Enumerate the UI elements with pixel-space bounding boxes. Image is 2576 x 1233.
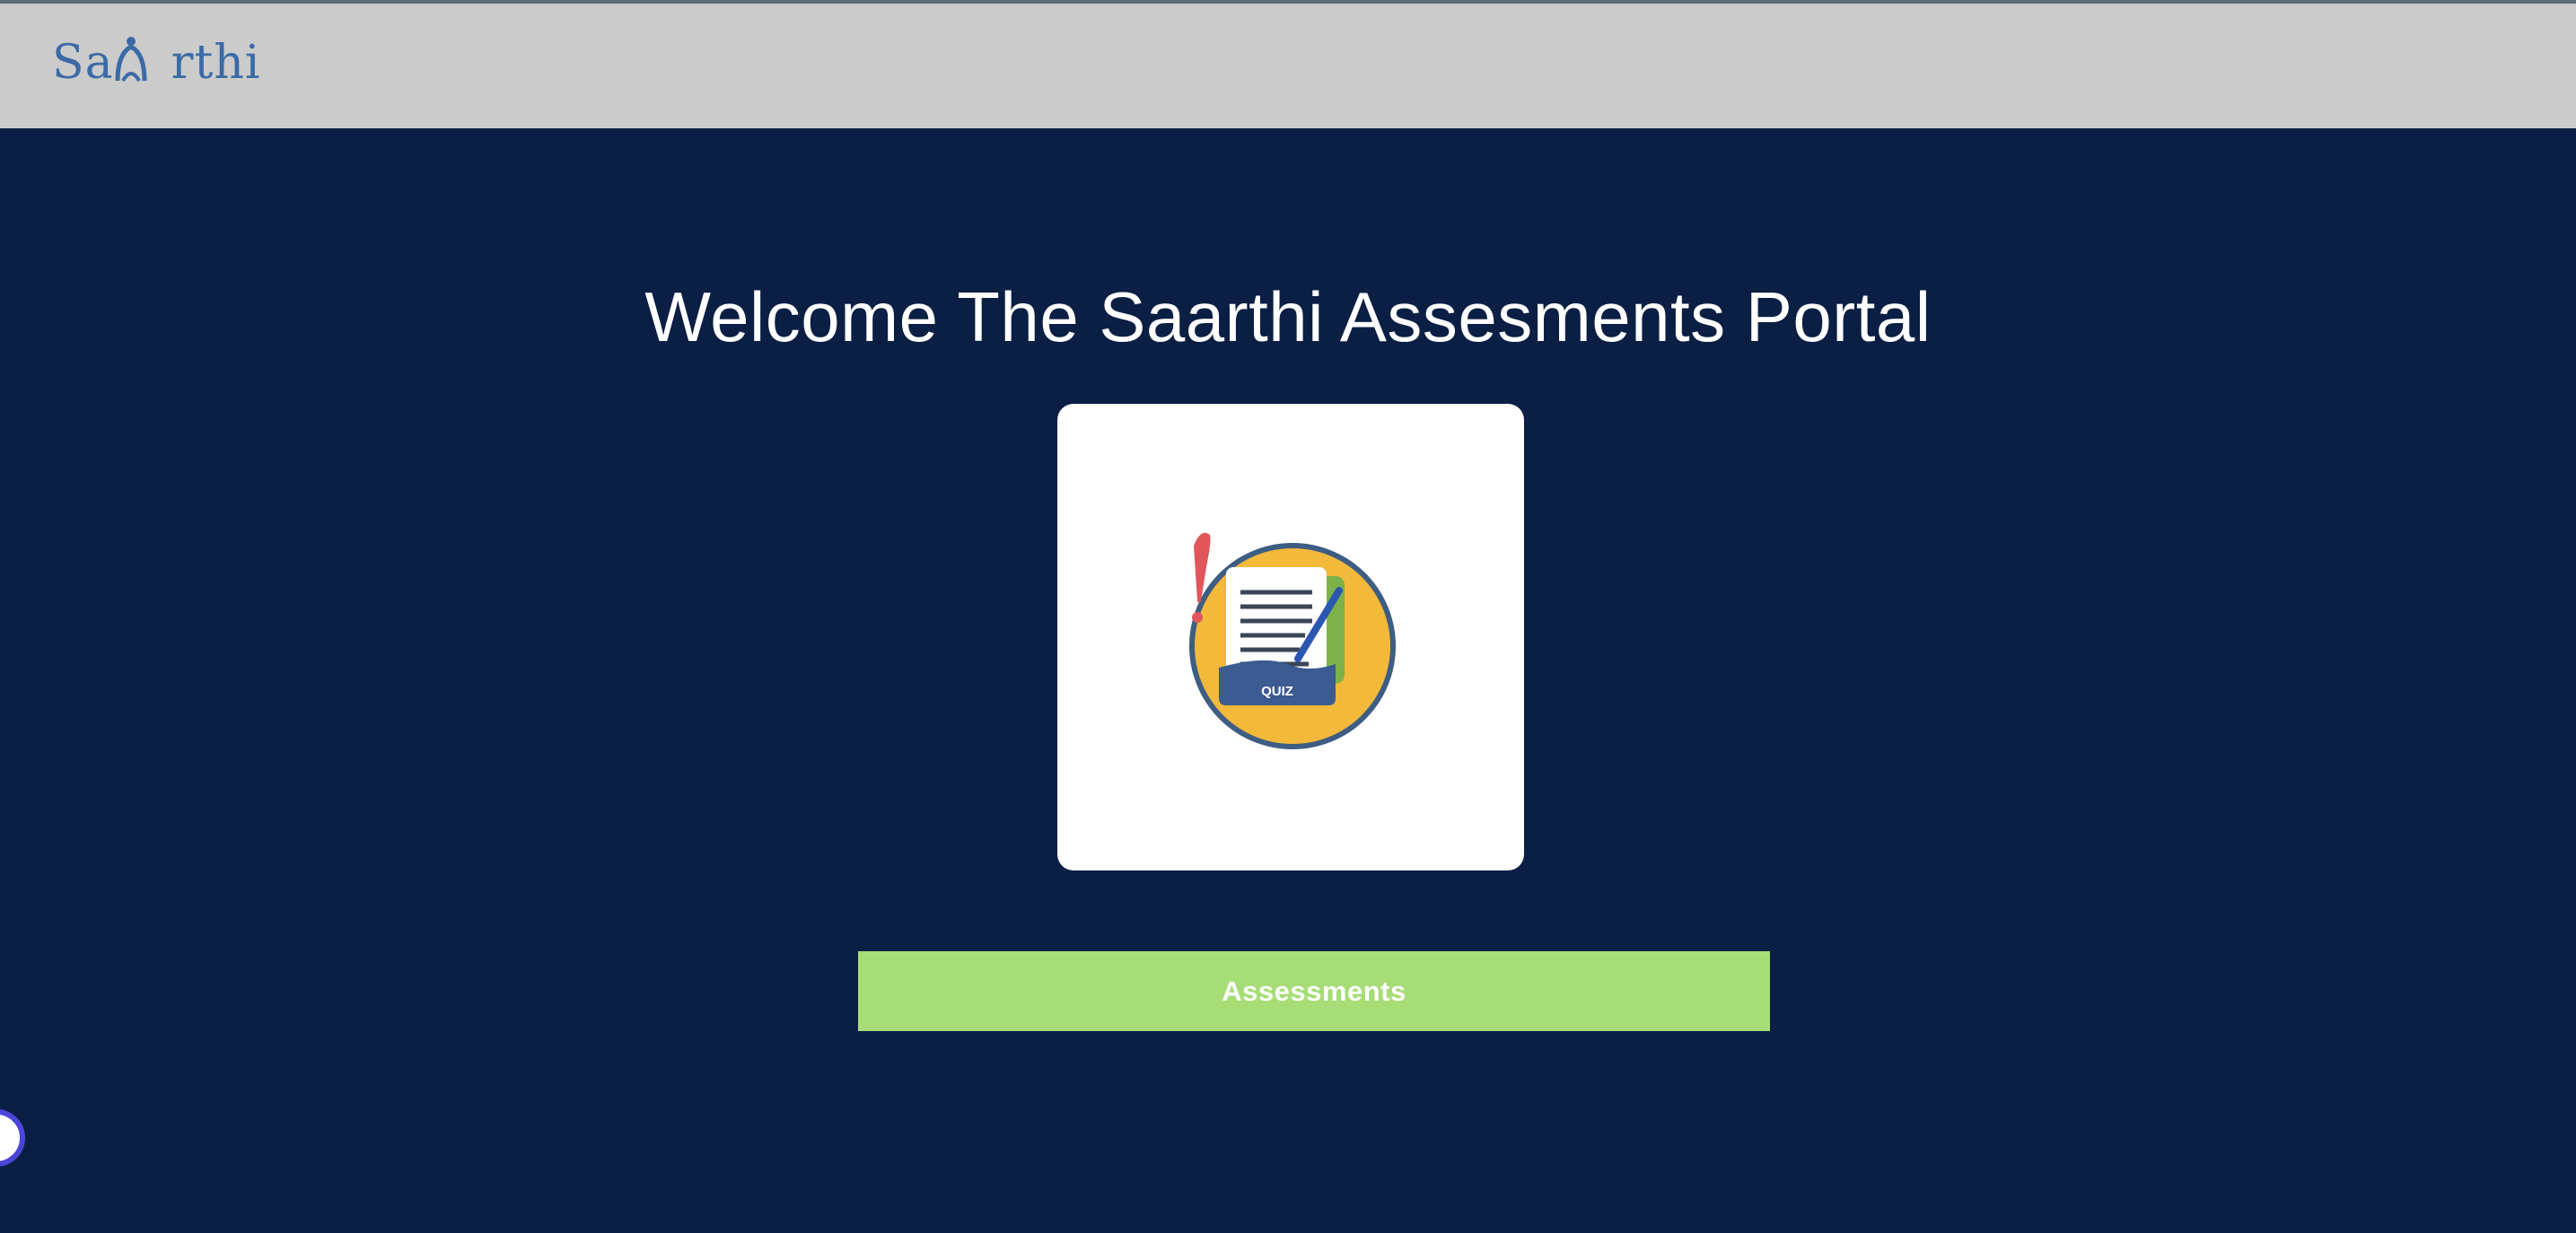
assessments-button[interactable]: Assessments — [858, 951, 1770, 1031]
quiz-badge-text: QUIZ — [1261, 684, 1293, 699]
main-content: Welcome The Saarthi Assesments Portal QU… — [0, 128, 2576, 1233]
quiz-illustration-card: QUIZ — [1057, 404, 1524, 870]
logo-arch-glyph: aa — [114, 37, 171, 86]
page-title: Welcome The Saarthi Assesments Portal — [644, 277, 1932, 356]
saarthi-logo[interactable]: Saaarthi — [52, 37, 261, 86]
quiz-document-icon: QUIZ — [1189, 532, 1396, 749]
logo-text-left: Sa — [52, 36, 114, 90]
top-navbar: Saaarthi — [0, 0, 2576, 128]
logo-text-right: rthi — [171, 36, 261, 90]
